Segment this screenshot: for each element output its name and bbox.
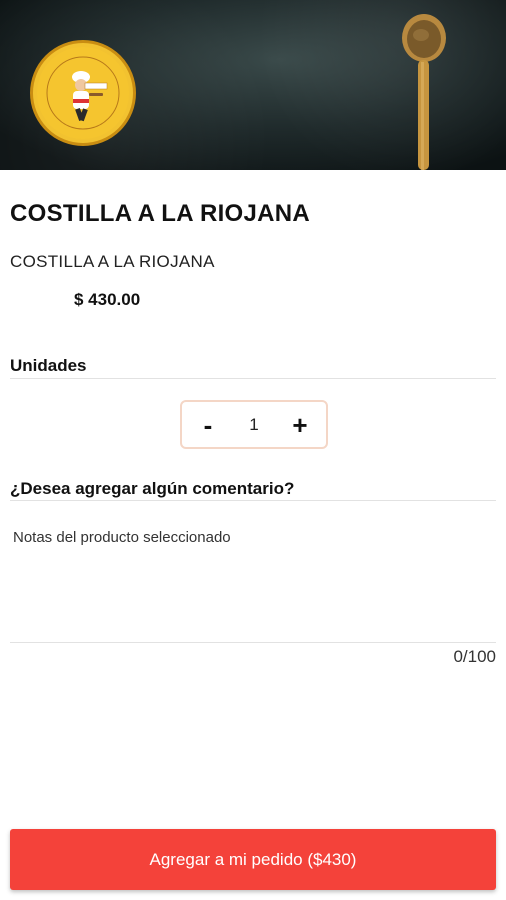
product-description: COSTILLA A LA RIOJANA [10,252,215,271]
product-title: COSTILLA A LA RIOJANA [10,200,311,227]
header-image [0,0,506,170]
divider [10,378,496,379]
quantity-stepper: - 1 + [180,400,328,449]
character-counter: 0/100 [453,647,496,666]
quantity-value: 1 [249,414,259,434]
increment-button[interactable]: + [288,412,312,438]
notes-underline [10,642,496,643]
divider [10,500,496,501]
quantity-label: Unidades [10,356,87,375]
product-price: $ 430.00 [74,290,141,309]
decrement-button[interactable]: - [196,412,220,438]
wooden-spoon-icon [402,14,446,170]
notes-textarea[interactable] [10,525,496,635]
add-to-order-button[interactable]: Agregar a mi pedido ($430) [10,829,496,890]
restaurant-logo-icon [30,40,136,146]
comment-label: ¿Desea agregar algún comentario? [10,479,295,498]
